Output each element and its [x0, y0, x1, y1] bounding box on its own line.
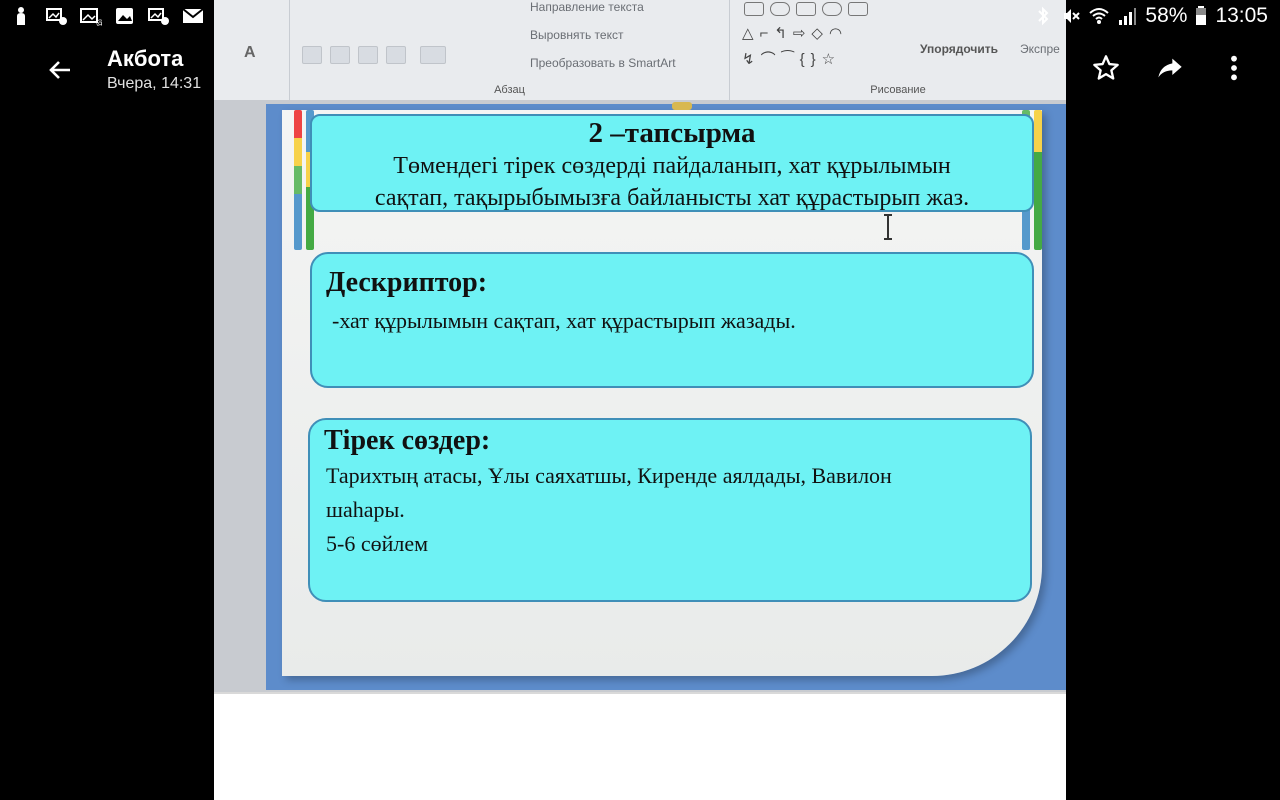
task-title: 2 –тапсырма	[588, 117, 756, 149]
mail-icon	[182, 8, 204, 23]
keywords-card: Тірек сөздер: Тарихтың атасы, Ұлы саяхат…	[308, 418, 1032, 602]
image-notification-icon	[148, 8, 169, 25]
keywords-line-2: шаһары.	[326, 497, 405, 522]
wifi-icon	[1089, 8, 1110, 24]
pencil-decoration	[294, 110, 302, 250]
task-line-2: сақтап, тақырыбымызға байланысты хат құр…	[374, 185, 970, 211]
image-icon	[116, 8, 133, 24]
photo-bottom-area	[214, 692, 1066, 800]
descriptor-heading: Дескриптор:	[326, 267, 488, 298]
silhouette-icon	[17, 7, 25, 25]
keywords-line-3: 5-6 сөйлем	[326, 531, 429, 556]
pencil-decoration	[1034, 110, 1042, 250]
system-status: 58% 13:05	[1033, 4, 1268, 28]
app-bar: Акбота Вчера, 14:31	[0, 34, 1280, 106]
app-bar-actions	[1090, 52, 1250, 84]
photo-viewer[interactable]: A Направление текста Выровнять текст Пре…	[214, 0, 1066, 800]
contact-name: Акбота	[107, 46, 184, 71]
clock: 13:05	[1215, 4, 1268, 27]
notification-icons: @	[12, 6, 204, 26]
battery-icon	[1196, 6, 1207, 25]
gallery-icon: @	[80, 8, 102, 26]
image-notification-icon	[46, 8, 67, 25]
share-button[interactable]	[1154, 52, 1186, 84]
text-cursor-icon	[884, 214, 892, 240]
task-line-1: Төмендегі тірек сөздерді пайдаланып, хат…	[393, 153, 951, 179]
back-arrow-icon[interactable]	[44, 54, 76, 86]
screen: A Направление текста Выровнять текст Пре…	[0, 0, 1280, 800]
svg-text:@: @	[96, 18, 102, 26]
favorite-button[interactable]	[1090, 52, 1122, 84]
descriptor-text: -хат құрылымын сақтап, хат құрастырып жа…	[332, 308, 796, 333]
descriptor-card: Дескриптор: -хат құрылымын сақтап, хат қ…	[310, 252, 1034, 388]
task-card: 2 –тапсырма Төмендегі тірек сөздерді пай…	[310, 114, 1034, 212]
conversation-header: Акбота Вчера, 14:31	[107, 46, 201, 94]
battery-percent: 58%	[1145, 4, 1188, 27]
keywords-line-1: Тарихтың атасы, Ұлы саяхатшы, Киренде ая…	[326, 463, 892, 488]
share-icon	[1158, 58, 1182, 78]
star-icon	[1093, 55, 1119, 80]
message-timestamp: Вчера, 14:31	[107, 75, 202, 92]
more-vert-icon	[1231, 55, 1237, 81]
more-options-button[interactable]	[1218, 52, 1250, 84]
status-bar: @ 58% 13:05	[0, 0, 1280, 34]
bluetooth-icon	[1038, 6, 1049, 26]
keywords-heading: Тірек сөздер:	[324, 425, 491, 456]
signal-icon	[1119, 8, 1137, 25]
mute-icon	[1064, 9, 1081, 23]
